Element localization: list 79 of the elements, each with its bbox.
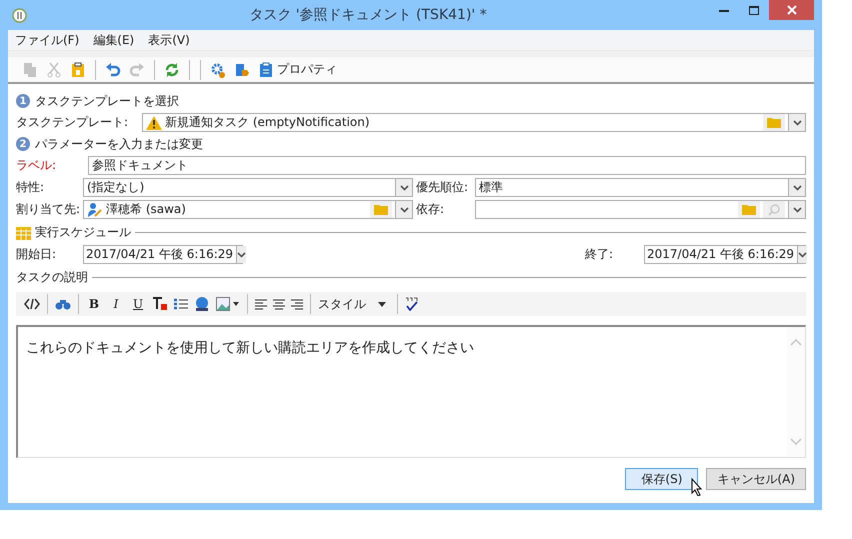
menu-item[interactable]: ファイル(F) <box>15 32 80 48</box>
folder-icon <box>374 204 388 215</box>
dropdown-button[interactable] <box>395 201 412 218</box>
nature-dropdown[interactable]: (指定なし) <box>83 178 413 197</box>
chevron-icon <box>792 120 802 126</box>
binoculars-icon[interactable] <box>55 298 71 310</box>
align-left-icon[interactable] <box>255 298 267 310</box>
align-right-icon[interactable] <box>291 298 303 310</box>
save-button[interactable]: 保存(S) <box>625 468 698 490</box>
field-label: 依存: <box>416 201 446 218</box>
properties-button[interactable]: プロパティ <box>256 59 339 80</box>
cut-icon <box>46 62 62 78</box>
cancel-button[interactable]: キャンセル(A) <box>706 468 806 490</box>
step-title: タスクテンプレートを選択 <box>35 92 179 110</box>
template-field[interactable]: 新規通知タスク (emptyNotification) <box>142 113 806 132</box>
folder-icon <box>767 117 781 128</box>
menu-item[interactable]: 表示(V) <box>148 32 190 48</box>
step-title: パラメーターを入力または変更 <box>35 136 203 152</box>
step-number: 2 <box>16 137 30 151</box>
chevron-icon <box>237 252 246 258</box>
field-label: 特性: <box>16 179 46 196</box>
underline-button[interactable]: U <box>130 295 146 313</box>
paste-icon <box>70 62 86 78</box>
calendar-icon <box>16 224 31 240</box>
chevron-icon <box>792 206 802 212</box>
spellcheck-icon[interactable] <box>405 297 419 311</box>
style-dropdown[interactable]: スタイル <box>318 296 390 312</box>
refresh-icon <box>164 62 180 78</box>
clipboard-icon <box>258 62 274 78</box>
chevron-icon <box>400 206 408 212</box>
chevron-icon <box>792 184 802 190</box>
menu-item[interactable]: 編集(E) <box>93 32 134 48</box>
date-field[interactable]: 2017/04/21 午後 6:16:29 <box>83 245 243 264</box>
copy-icon <box>22 62 38 78</box>
assignee-field[interactable]: 澤穂希 (sawa) <box>83 200 413 219</box>
image-icon[interactable] <box>216 297 240 311</box>
minimize-icon <box>719 8 729 12</box>
field-label: 終了: <box>585 246 614 263</box>
italic-button[interactable]: I <box>108 295 124 313</box>
field-label: 開始日: <box>16 246 58 263</box>
label-field[interactable]: 参照ドキュメント <box>88 156 806 175</box>
maximize-icon <box>749 6 759 14</box>
field-label: 優先順位: <box>416 179 470 196</box>
folder-icon <box>742 204 756 215</box>
description-editor[interactable]: これらのドキュメントを使用して新しい購読エリアを作成してください <box>16 325 806 458</box>
priority-dropdown[interactable]: 標準 <box>475 178 806 197</box>
code-icon[interactable] <box>24 298 40 310</box>
group-title: タスクの説明 <box>16 268 88 286</box>
chevron-icon <box>798 252 808 258</box>
warning-icon <box>146 116 162 130</box>
description-text: これらのドキュメントを使用して新しい購読エリアを作成してください <box>25 339 475 358</box>
depends-field[interactable] <box>475 200 806 219</box>
dropdown-button[interactable] <box>788 201 805 218</box>
close-icon <box>786 5 796 15</box>
field-label: 割り当て先: <box>16 201 80 218</box>
close-button[interactable] <box>769 0 814 20</box>
window-title: タスク '参照ドキュメント (TSK41)' * <box>248 6 488 24</box>
caret-icon <box>378 302 386 306</box>
search-icon <box>768 204 780 216</box>
dropdown-button[interactable] <box>797 246 808 263</box>
align-center-icon[interactable] <box>273 298 285 310</box>
dropdown-button[interactable] <box>788 114 805 131</box>
text-color-icon[interactable] <box>152 297 168 311</box>
list-icon[interactable] <box>174 298 188 310</box>
group-title: 実行スケジュール <box>35 224 131 240</box>
redo-icon <box>129 62 145 78</box>
chevron-icon <box>400 184 408 190</box>
undo-icon <box>105 62 121 78</box>
date-field[interactable]: 2017/04/21 午後 6:16:29 <box>644 245 806 264</box>
field-label: ラベル: <box>16 157 58 174</box>
dropdown-button[interactable] <box>236 246 246 263</box>
field-label: タスクテンプレート: <box>16 114 130 131</box>
user-key-icon <box>87 202 103 218</box>
mouse-cursor-icon <box>691 478 703 496</box>
bold-button[interactable]: B <box>86 295 102 313</box>
dropdown-button[interactable] <box>788 179 805 196</box>
dropdown-button[interactable] <box>395 179 412 196</box>
step-number: 1 <box>16 94 30 108</box>
app-icon <box>12 8 27 22</box>
